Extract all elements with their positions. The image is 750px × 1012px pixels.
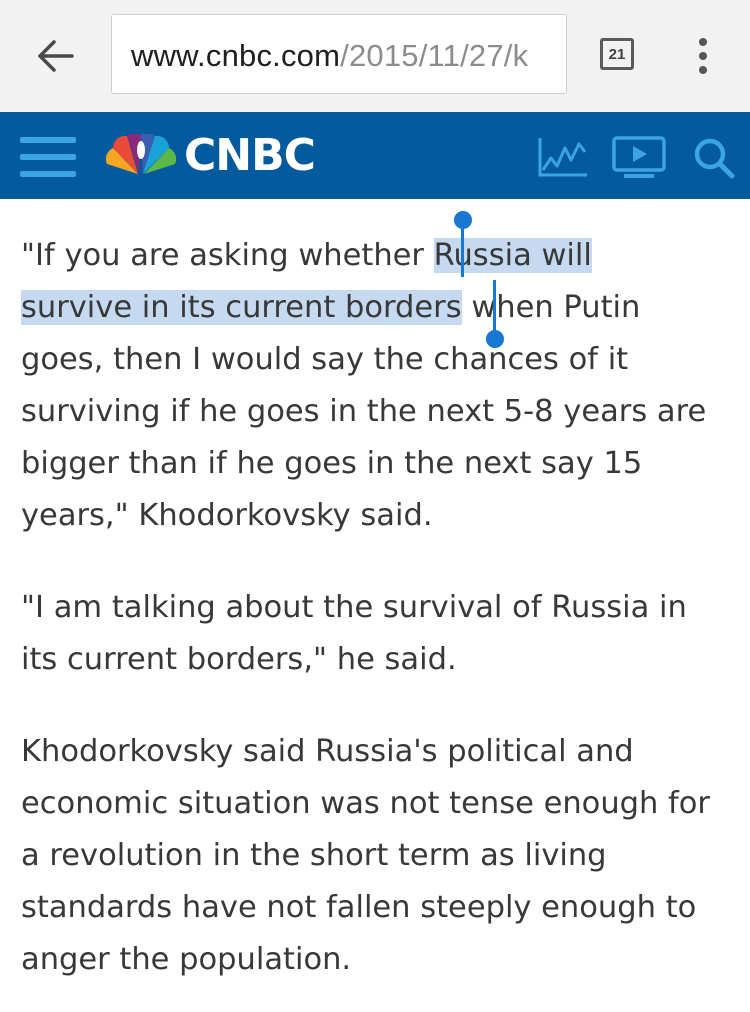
paragraph-text: "If you are asking whether (21, 238, 434, 273)
selection-end-handle[interactable] (486, 330, 504, 348)
hamburger-menu-icon[interactable] (20, 137, 76, 177)
paragraph-text: when Putin goes, then I would say the ch… (21, 290, 707, 533)
search-icon[interactable] (692, 136, 736, 180)
url-fade (526, 15, 566, 93)
back-arrow-icon[interactable] (36, 38, 76, 74)
tab-switcher-button[interactable]: 21 (600, 38, 634, 70)
peacock-icon (106, 134, 176, 174)
overflow-menu-icon[interactable] (693, 36, 713, 76)
browser-toolbar: www.cnbc.com/2015/11/27/k 21 (0, 0, 750, 112)
paragraph-1[interactable]: "If you are asking whether Russia will su… (21, 200, 721, 542)
paragraph-3[interactable]: Khodorkovsky said Russia's political and… (21, 726, 721, 986)
paragraph-2[interactable]: "I am talking about the survival of Russ… (21, 582, 721, 686)
url-path: /2015/11/27/k (340, 38, 529, 73)
url-domain: www.cnbc.com (131, 38, 341, 73)
selection-start-caret (461, 225, 464, 277)
article-body: "If you are asking whether Russia will su… (21, 200, 721, 986)
selected-text[interactable]: Russia will (433, 238, 592, 273)
url-text: www.cnbc.com/2015/11/27/k (131, 38, 528, 74)
site-header: CNBC (0, 112, 750, 199)
video-play-icon[interactable] (612, 136, 666, 180)
selection-end-caret (493, 280, 496, 332)
cnbc-logo[interactable]: CNBC (106, 130, 316, 181)
logo-text: CNBC (184, 130, 316, 181)
markets-chart-icon[interactable] (537, 136, 589, 178)
selected-text[interactable]: survive in its current borders (21, 290, 462, 325)
address-bar[interactable]: www.cnbc.com/2015/11/27/k (111, 14, 567, 94)
